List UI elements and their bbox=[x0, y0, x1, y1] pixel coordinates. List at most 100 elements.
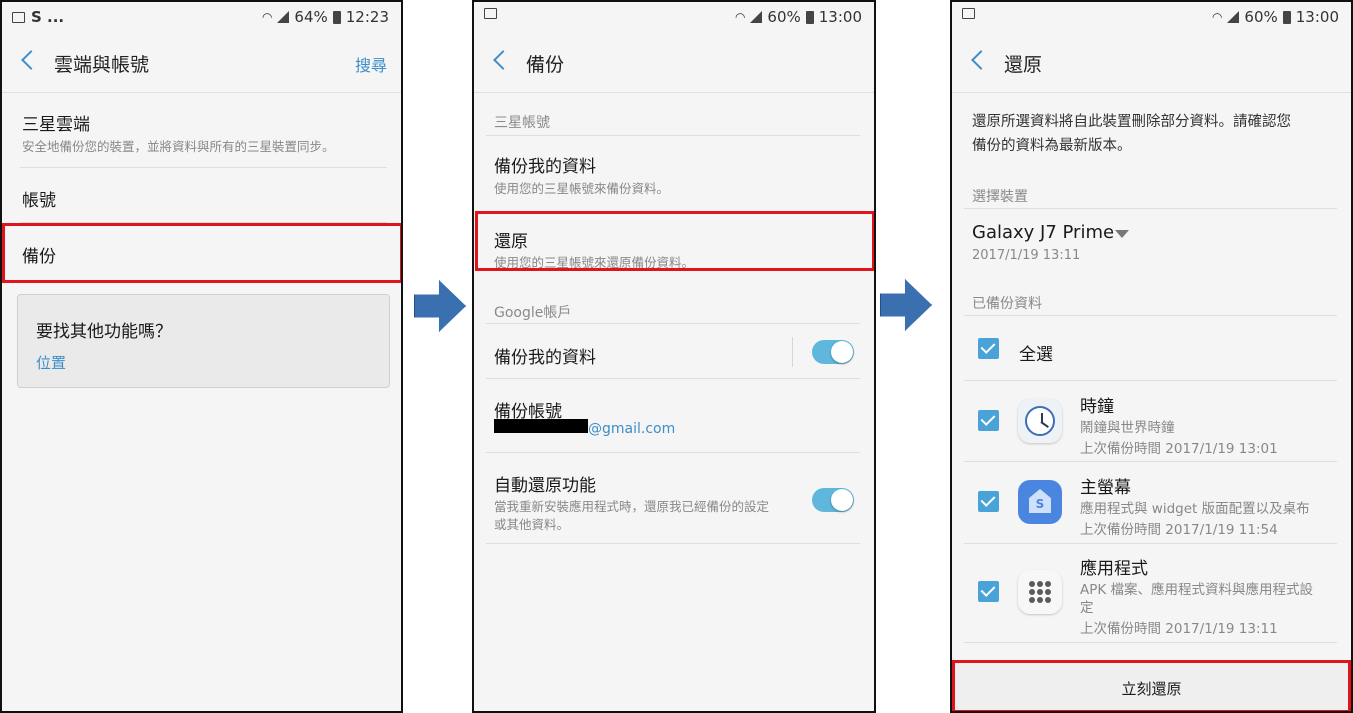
back-arrow-icon[interactable] bbox=[21, 50, 41, 70]
app-bar: 還原 bbox=[952, 40, 1351, 86]
signal-icon bbox=[1227, 11, 1240, 23]
screen-restore: ◠ 60% 13:00 還原 還原所選資料將自此裝置刪除部分資料。請確認您 備份… bbox=[950, 0, 1353, 713]
divider bbox=[964, 461, 1337, 462]
item-title: 自動還原功能 bbox=[494, 476, 596, 496]
battery-percent: 60% bbox=[1244, 8, 1278, 26]
google-backup-toggle[interactable] bbox=[812, 340, 854, 364]
item-subtitle-line1: APK 檔案、應用程式資料與應用程式設 bbox=[1080, 582, 1314, 598]
flow-arrow-icon bbox=[414, 280, 466, 332]
apps-checkbox[interactable] bbox=[978, 581, 999, 602]
battery-icon bbox=[332, 10, 341, 24]
divider bbox=[2, 92, 401, 93]
item-subtitle-line1: 當我重新安裝應用程式時，還原我已經備份的設定 bbox=[494, 499, 770, 514]
restore-description-line1: 還原所選資料將自此裝置刪除部分資料。請確認您 bbox=[972, 114, 1291, 130]
wifi-icon: ◠ bbox=[261, 10, 273, 24]
home-screen-checkbox[interactable] bbox=[978, 491, 999, 512]
menu-item-accounts[interactable]: 帳號 bbox=[22, 186, 56, 211]
gallery-notification-icon bbox=[962, 8, 975, 19]
battery-percent: 60% bbox=[767, 8, 801, 26]
item-subtitle-line2: 定 bbox=[1080, 600, 1094, 616]
separator bbox=[792, 337, 793, 367]
google-backup-label: 備份我的資料 bbox=[494, 348, 596, 368]
screen-cloud-accounts: S ... ◠ 64% 12:23 雲端與帳號 搜尋 三星雲端 安全地備份您的裝… bbox=[0, 0, 403, 713]
divider bbox=[964, 380, 1337, 381]
item-title: 備份我的資料 bbox=[494, 157, 596, 177]
highlight-box bbox=[475, 211, 874, 271]
section-header-samsung: 三星帳號 bbox=[494, 115, 550, 131]
page-title: 雲端與帳號 bbox=[54, 54, 150, 76]
toggle-knob bbox=[831, 341, 853, 363]
card-title: 要找其他功能嗎？ bbox=[36, 322, 172, 342]
dropdown-arrow-icon bbox=[1115, 230, 1129, 238]
item-subtitle: 安全地備份您的裝置，並將資料與所有的三星裝置同步。 bbox=[22, 139, 335, 154]
wifi-icon: ◠ bbox=[1211, 10, 1223, 24]
page-title: 備份 bbox=[526, 54, 565, 76]
divider bbox=[474, 92, 874, 93]
item-last-backup: 上次備份時間 2017/1/19 11:54 bbox=[1080, 522, 1278, 538]
signal-icon bbox=[750, 11, 763, 23]
screen-backup: ◠ 60% 13:00 備份 三星帳號 備份我的資料 使用您的三星帳號來備份資料… bbox=[472, 0, 876, 713]
divider bbox=[964, 208, 1337, 209]
back-arrow-icon[interactable] bbox=[971, 50, 991, 70]
wifi-icon: ◠ bbox=[734, 10, 746, 24]
location-link[interactable]: 位置 bbox=[36, 352, 66, 373]
divider bbox=[486, 135, 860, 136]
item-subtitle: 鬧鐘與世界時鐘 bbox=[1080, 420, 1175, 436]
divider bbox=[964, 642, 1337, 643]
gallery-notification-icon bbox=[484, 8, 497, 19]
flow-arrow-icon bbox=[880, 279, 932, 331]
battery-icon bbox=[1282, 10, 1291, 24]
item-last-backup: 上次備份時間 2017/1/19 13:11 bbox=[1080, 621, 1278, 637]
app-bar: 備份 bbox=[474, 40, 874, 86]
apps-icon bbox=[1018, 570, 1062, 614]
clock-time: 13:00 bbox=[818, 8, 862, 26]
status-bar: ◠ 60% 13:00 bbox=[952, 2, 1351, 34]
search-button[interactable]: 搜尋 bbox=[355, 52, 387, 76]
back-arrow-icon[interactable] bbox=[493, 50, 513, 70]
item-subtitle: 使用您的三星帳號來備份資料。 bbox=[494, 181, 670, 196]
divider bbox=[20, 167, 387, 168]
account-email: @gmail.com bbox=[588, 421, 676, 437]
section-header-backed-up: 已備份資料 bbox=[972, 296, 1042, 312]
divider bbox=[964, 543, 1337, 544]
section-header-google: Google帳戶 bbox=[494, 305, 572, 321]
gallery-notification-icon bbox=[12, 11, 25, 23]
item-title: 應用程式 bbox=[1080, 559, 1148, 579]
item-subtitle: 應用程式與 widget 版面配置以及桌布 bbox=[1080, 501, 1310, 517]
item-last-backup: 上次備份時間 2017/1/19 13:01 bbox=[1080, 441, 1278, 457]
auto-restore-toggle[interactable] bbox=[812, 488, 854, 512]
clock-checkbox[interactable] bbox=[978, 410, 999, 431]
device-name: Galaxy J7 Prime bbox=[972, 222, 1115, 243]
item-title: 時鐘 bbox=[1080, 397, 1114, 417]
app-bar: 雲端與帳號 搜尋 bbox=[2, 40, 401, 86]
clock-icon bbox=[1018, 399, 1062, 443]
divider bbox=[964, 315, 1337, 316]
item-title: 三星雲端 bbox=[22, 115, 90, 135]
item-subtitle-line2: 或其他資料。 bbox=[494, 517, 570, 532]
select-all-label: 全選 bbox=[1019, 345, 1053, 365]
restore-description-line2: 備份的資料為最新版本。 bbox=[972, 138, 1132, 154]
highlight-box bbox=[2, 223, 401, 283]
divider bbox=[486, 378, 860, 379]
highlight-box bbox=[952, 660, 1351, 711]
battery-percent: 64% bbox=[294, 8, 328, 26]
signal-icon bbox=[277, 11, 290, 23]
select-all-checkbox[interactable] bbox=[978, 338, 999, 359]
status-bar: S ... ◠ 64% 12:23 bbox=[2, 2, 401, 34]
divider bbox=[486, 323, 860, 324]
battery-icon bbox=[805, 10, 814, 24]
status-bar: ◠ 60% 13:00 bbox=[474, 2, 874, 34]
clock-time: 13:00 bbox=[1295, 8, 1339, 26]
toggle-knob bbox=[831, 489, 853, 511]
home-screen-icon: S bbox=[1018, 480, 1062, 524]
section-header-device: 選擇裝置 bbox=[972, 189, 1028, 205]
divider bbox=[486, 543, 860, 544]
status-left-text: S ... bbox=[31, 8, 65, 26]
divider bbox=[486, 452, 860, 453]
page-title: 還原 bbox=[1004, 54, 1043, 76]
suggestion-card: 要找其他功能嗎？ 位置 bbox=[17, 294, 390, 388]
device-backup-date: 2017/1/19 13:11 bbox=[972, 248, 1081, 263]
item-title: 主螢幕 bbox=[1080, 478, 1131, 498]
redacted-username bbox=[494, 419, 588, 433]
divider bbox=[952, 92, 1351, 93]
